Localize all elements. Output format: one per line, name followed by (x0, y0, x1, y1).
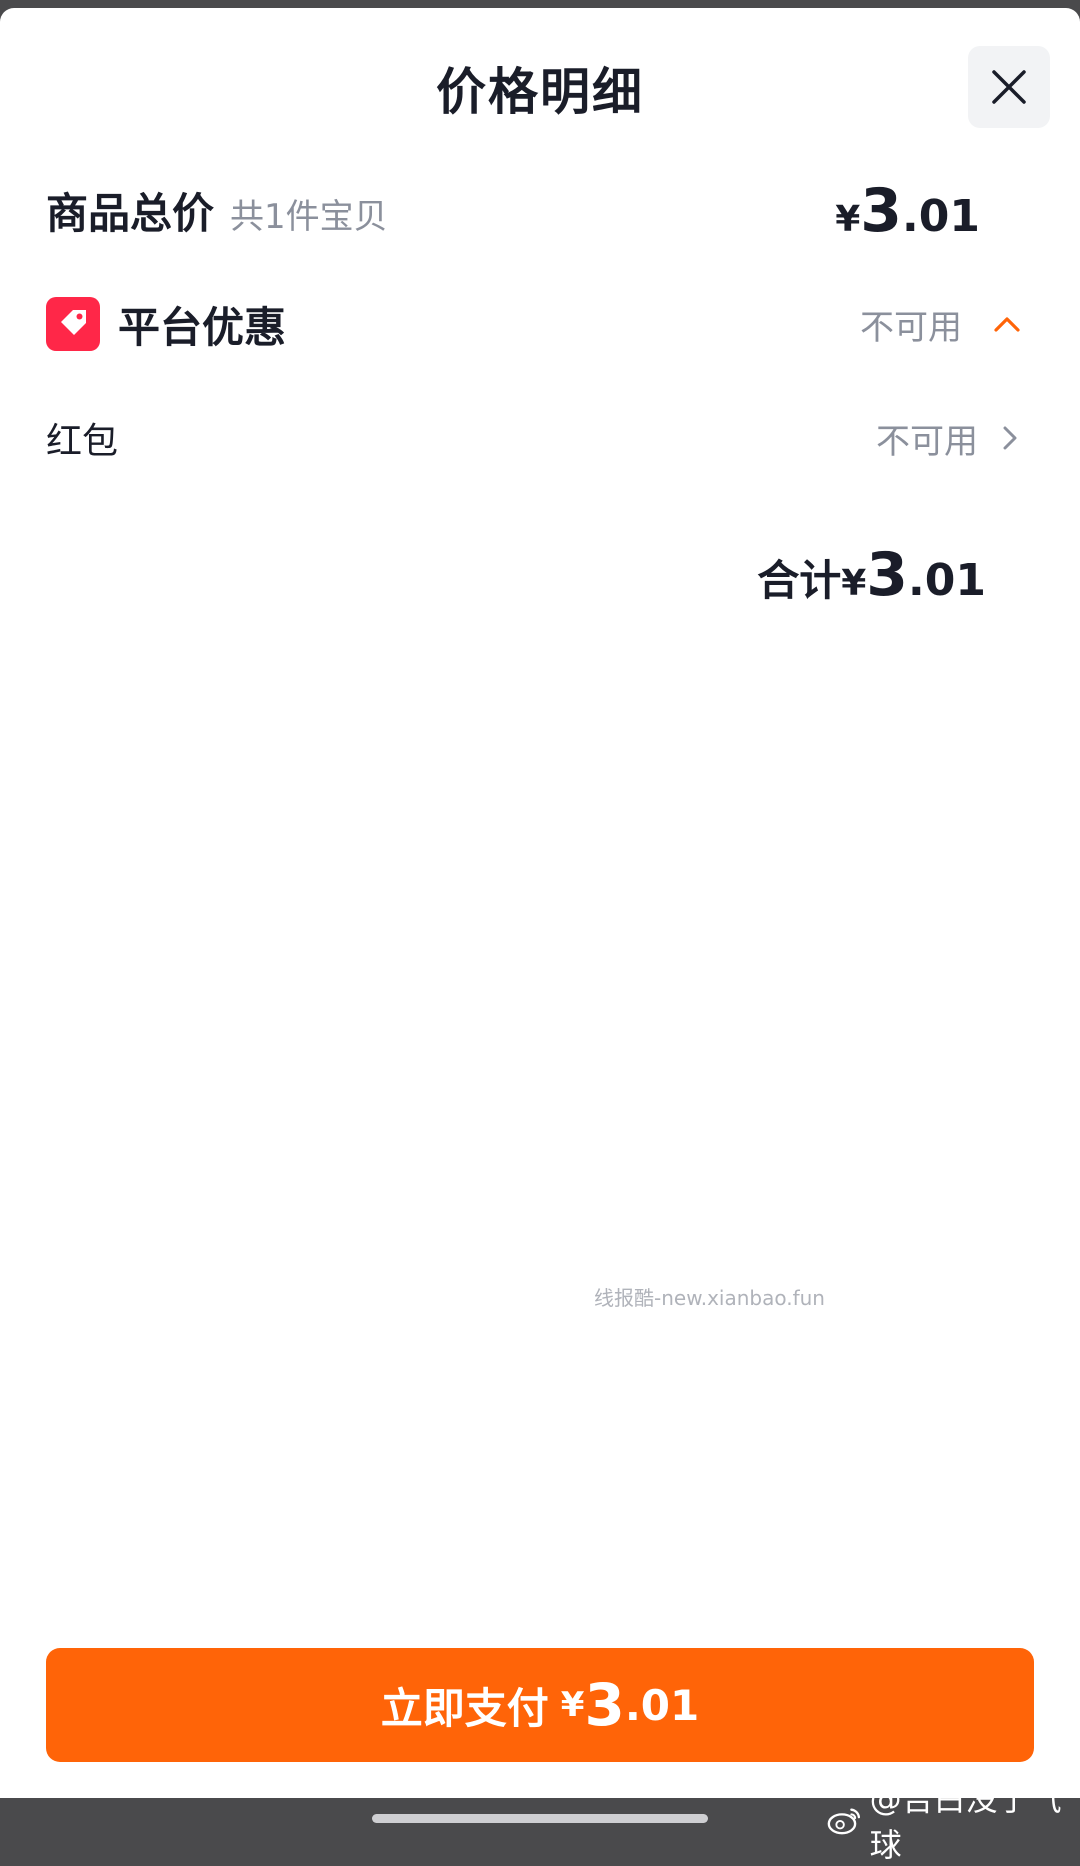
watermark: 线报酷-new.xianbao.fun (594, 1286, 825, 1310)
red-packet-status: 不可用 (876, 421, 978, 462)
credit-text: @告白没了气球 (869, 1780, 1062, 1864)
total-row: 合计 ¥3.01 (46, 540, 1036, 616)
tag-icon (46, 297, 100, 351)
red-packet-label: 红包 (46, 421, 119, 462)
red-packet-row[interactable]: 红包 不可用 (46, 410, 1036, 466)
close-button[interactable] (968, 46, 1050, 128)
chevron-up-icon (994, 317, 1020, 332)
total-price: 合计 ¥3.01 (757, 540, 986, 610)
pay-now-button[interactable]: 立即支付 ¥3.01 (46, 1648, 1034, 1762)
goods-count-text: 共1件宝贝 (230, 197, 388, 237)
chevron-right-icon (1003, 426, 1017, 450)
home-indicator[interactable] (372, 1814, 708, 1823)
weibo-icon (827, 1808, 861, 1835)
goods-total-row: 商品总价 共1件宝贝 ¥3.01 (46, 176, 1036, 250)
platform-discount-label: 平台优惠 (118, 302, 287, 352)
goods-total-price: ¥3.01 (835, 176, 980, 246)
total-label: 合计 (757, 556, 842, 605)
platform-discount-row[interactable]: 平台优惠 不可用 (46, 292, 1036, 356)
pay-now-label: 立即支付 (380, 1683, 549, 1733)
price-detail-sheet: 价格明细 商品总价 共1件宝贝 ¥3.01 平台优惠 不可用 红包 不可用 合计… (0, 8, 1080, 1798)
goods-total-label: 商品总价 (46, 189, 215, 238)
sheet-title: 价格明细 (436, 63, 644, 121)
weibo-credit: @告白没了气球 (826, 1780, 1080, 1864)
close-icon (992, 70, 1026, 104)
platform-discount-status: 不可用 (860, 307, 962, 348)
